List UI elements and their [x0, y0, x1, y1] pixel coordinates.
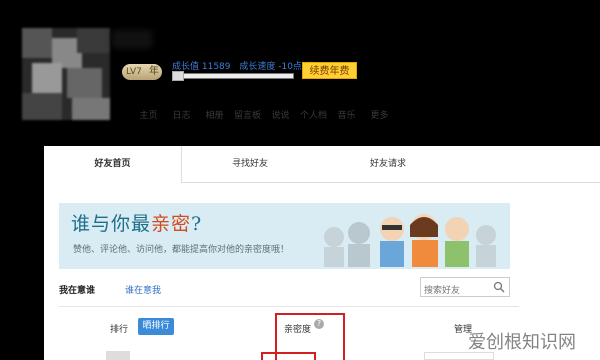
banner-question-prefix: 谁与你最 — [71, 213, 152, 235]
nav-item-music[interactable]: 音乐 — [330, 108, 363, 121]
rank-header: 排行 — [110, 325, 129, 335]
renew-annual-button[interactable]: 续费年费 — [302, 62, 357, 79]
banner-question-highlight: 亲密 — [151, 213, 192, 235]
search-icon[interactable] — [493, 281, 505, 293]
help-icon[interactable]: ? — [314, 319, 324, 329]
friend-avatar[interactable] — [106, 351, 130, 360]
nav-item-home[interactable]: 主页 — [132, 108, 165, 121]
nav-item-blog[interactable]: 日志 — [165, 108, 198, 121]
tab-friends-home[interactable]: 好友首页 — [44, 146, 182, 183]
show-ranking-button[interactable]: 晒排行 — [138, 318, 174, 335]
avatar[interactable] — [22, 28, 110, 120]
people-illustration — [324, 214, 496, 267]
level-year-suffix: 年 — [149, 66, 159, 77]
intimacy-header: 亲密度 — [284, 325, 312, 335]
tab-find-friends[interactable]: 寻找好友 — [181, 146, 319, 182]
top-nav: 主页 日志 相册 留言板 说说 个人档 音乐 更多 — [132, 108, 396, 121]
nav-item-shuoshuo[interactable]: 说说 — [264, 108, 297, 121]
banner-question-suffix: ? — [191, 213, 203, 235]
tab-bar: 好友首页 寻找好友 好友请求 — [44, 146, 600, 183]
level-badge[interactable]: LV7 年 — [122, 64, 162, 80]
filter-cares-me[interactable]: 谁在意我 — [125, 283, 161, 296]
progress-cap — [172, 71, 184, 81]
section-divider — [59, 306, 519, 307]
friend-search-input[interactable] — [421, 282, 493, 300]
watermark: 爱创根知识网 — [468, 332, 576, 353]
friend-search-box — [420, 277, 510, 300]
level-text: LV7 — [126, 67, 142, 77]
nav-item-more[interactable]: 更多 — [363, 108, 396, 121]
banner-subtitle: 赞他、评论他、访问他，都能提高你对他的亲密度哦！ — [73, 245, 290, 255]
nav-item-album[interactable]: 相册 — [198, 108, 231, 121]
growth-info: 成长值 11589 成长速度 -10点/天 — [172, 59, 320, 72]
intimacy-banner[interactable]: 谁与你最亲密? 赞他、评论他、访问他，都能提高你对他的亲密度哦！ — [59, 203, 510, 269]
banner-question: 谁与你最亲密? — [71, 209, 202, 236]
tab-friend-requests[interactable]: 好友请求 — [319, 146, 457, 182]
filter-i-care[interactable]: 我在意谁 — [59, 283, 95, 296]
growth-progress-bar — [172, 71, 294, 81]
highlight-box-inner — [261, 352, 316, 360]
nav-item-profile[interactable]: 个人档 — [297, 108, 330, 121]
nav-item-guestbook[interactable]: 留言板 — [231, 108, 264, 121]
username-blurred — [112, 30, 152, 48]
